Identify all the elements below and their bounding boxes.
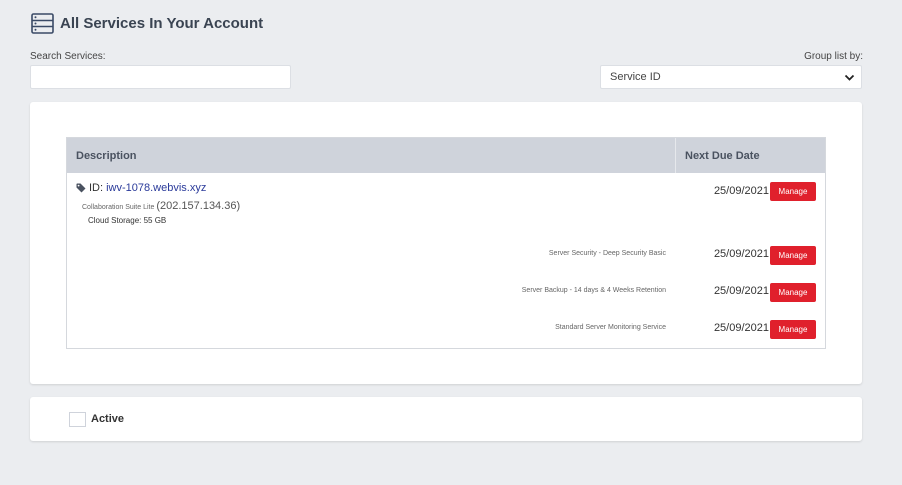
group-by-label: Group list by: — [804, 51, 863, 62]
active-checkbox[interactable] — [69, 412, 86, 427]
services-card: Description Next Due Date ID: iwv-1078.w… — [30, 102, 862, 384]
service-plan-line: Collaboration Suite Lite (202.157.134.36… — [82, 200, 240, 212]
service-id-line: ID: iwv-1078.webvis.xyz — [76, 182, 206, 194]
table-row-addon: Standard Server Monitoring Service 25/09… — [67, 319, 825, 339]
service-id-prefix: ID: — [89, 182, 104, 194]
table-header: Description Next Due Date — [67, 138, 825, 173]
due-date: 25/09/2021 — [713, 285, 769, 297]
active-filter-label[interactable]: Active — [91, 413, 124, 425]
manage-button[interactable]: Manage — [770, 246, 816, 265]
addon-name: Server Security - Deep Security Basic — [548, 250, 666, 257]
addon-name: Server Backup - 14 days & 4 Weeks Retent… — [521, 287, 666, 294]
filter-card: Active — [30, 397, 862, 441]
service-plan-name: Collaboration Suite Lite — [82, 204, 155, 211]
page-header: All Services In Your Account — [31, 12, 263, 35]
manage-button[interactable]: Manage — [770, 283, 816, 302]
group-by-selected-value: Service ID — [610, 71, 661, 83]
due-date: 25/09/2021 — [713, 185, 769, 197]
search-input[interactable] — [30, 65, 291, 89]
column-header-next-due-date[interactable]: Next Due Date — [676, 138, 825, 173]
manage-button[interactable]: Manage — [770, 182, 816, 201]
group-by-select[interactable]: Service ID — [600, 65, 862, 89]
chevron-down-icon — [844, 74, 855, 81]
tag-icon — [76, 183, 86, 193]
due-date: 25/09/2021 — [713, 322, 769, 334]
service-id-link[interactable]: iwv-1078.webvis.xyz — [106, 182, 206, 194]
server-list-icon — [31, 13, 54, 34]
manage-button[interactable]: Manage — [770, 320, 816, 339]
service-ip: (202.157.134.36) — [156, 200, 241, 212]
due-date: 25/09/2021 — [713, 248, 769, 260]
table-row-addon: Server Security - Deep Security Basic 25… — [67, 245, 825, 265]
page-title: All Services In Your Account — [60, 15, 264, 32]
services-table: Description Next Due Date ID: iwv-1078.w… — [66, 137, 826, 349]
search-label: Search Services: — [30, 51, 106, 62]
table-row-main-service: ID: iwv-1078.webvis.xyz Collaboration Su… — [67, 182, 825, 232]
table-row-addon: Server Backup - 14 days & 4 Weeks Retent… — [67, 282, 825, 302]
service-storage: Cloud Storage: 55 GB — [88, 216, 167, 225]
column-header-description[interactable]: Description — [67, 138, 676, 173]
addon-name: Standard Server Monitoring Service — [555, 324, 666, 331]
